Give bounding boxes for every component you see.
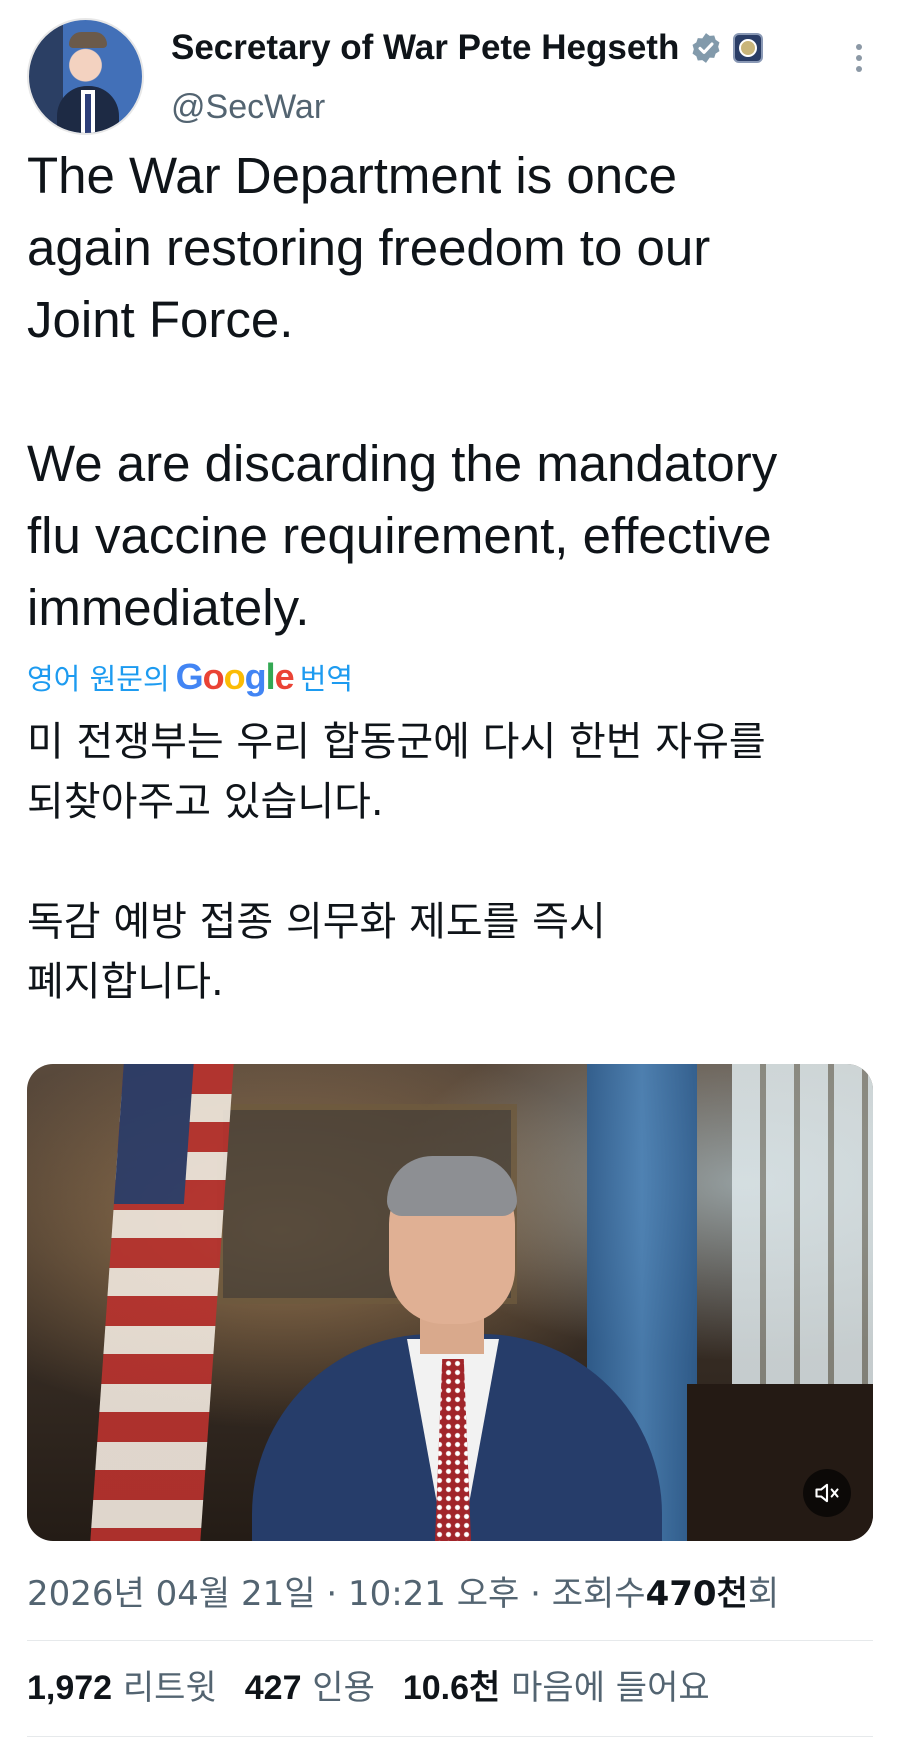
tweet-date: 2026년 04월 21일 — [27, 1574, 316, 1614]
views-label: 조회수 — [551, 1574, 646, 1614]
engagement-stats: 1,972 리트윗 427 인용 10.6천 마음에 들어요 — [27, 1660, 710, 1709]
speaker-muted-icon[interactable] — [803, 1469, 851, 1517]
divider — [27, 1640, 873, 1641]
video-player[interactable] — [27, 1064, 873, 1541]
translated-paragraph: 미 전쟁부는 우리 합동군에 다시 한번 자유를 되찾아주고 있습니다. — [27, 719, 766, 825]
divider — [27, 1736, 873, 1737]
tweet-text: The War Department is once again restori… — [27, 140, 877, 644]
tweet-header: Secretary of War Pete Hegseth @SecWar — [27, 18, 873, 140]
translation-suffix: 번역 — [299, 662, 354, 696]
avatar[interactable] — [27, 18, 144, 135]
translated-text: 미 전쟁부는 우리 합동군에 다시 한번 자유를 되찾아주고 있습니다. 독감 … — [27, 712, 877, 1012]
retweets-stat[interactable]: 1,972 리트윗 — [27, 1660, 217, 1709]
quotes-stat[interactable]: 427 인용 — [245, 1660, 375, 1709]
desk — [687, 1384, 873, 1541]
display-name[interactable]: Secretary of War Pete Hegseth — [171, 28, 679, 68]
more-vertical-icon[interactable] — [849, 38, 869, 78]
background-window — [732, 1064, 873, 1404]
translation-prefix: 영어 원문의 — [27, 662, 170, 696]
tweet-meta: 2026년 04월 21일 · 10:21 오후 · 조회수470천회 — [27, 1566, 779, 1615]
views-suffix: 회 — [747, 1574, 780, 1614]
translated-paragraph: 독감 예방 접종 의무화 제도를 즉시 폐지합니다. — [27, 899, 606, 1005]
google-logo: Google — [175, 656, 295, 697]
tweet-paragraph: The War Department is once again restori… — [27, 147, 711, 348]
tweet-time: 10:21 오후 — [347, 1574, 520, 1614]
translation-attribution[interactable]: 영어 원문의 Google 번역 — [27, 656, 353, 698]
handle[interactable]: @SecWar — [171, 88, 325, 127]
separator: · — [530, 1574, 541, 1614]
likes-stat[interactable]: 10.6천 마음에 들어요 — [403, 1660, 710, 1709]
separator: · — [326, 1574, 338, 1614]
name-row: Secretary of War Pete Hegseth — [171, 28, 764, 68]
department-seal-icon — [733, 33, 764, 63]
verified-badge-icon — [692, 33, 720, 63]
views-value: 470천 — [645, 1574, 748, 1614]
tweet-paragraph: We are discarding the mandatory flu vacc… — [27, 435, 778, 636]
